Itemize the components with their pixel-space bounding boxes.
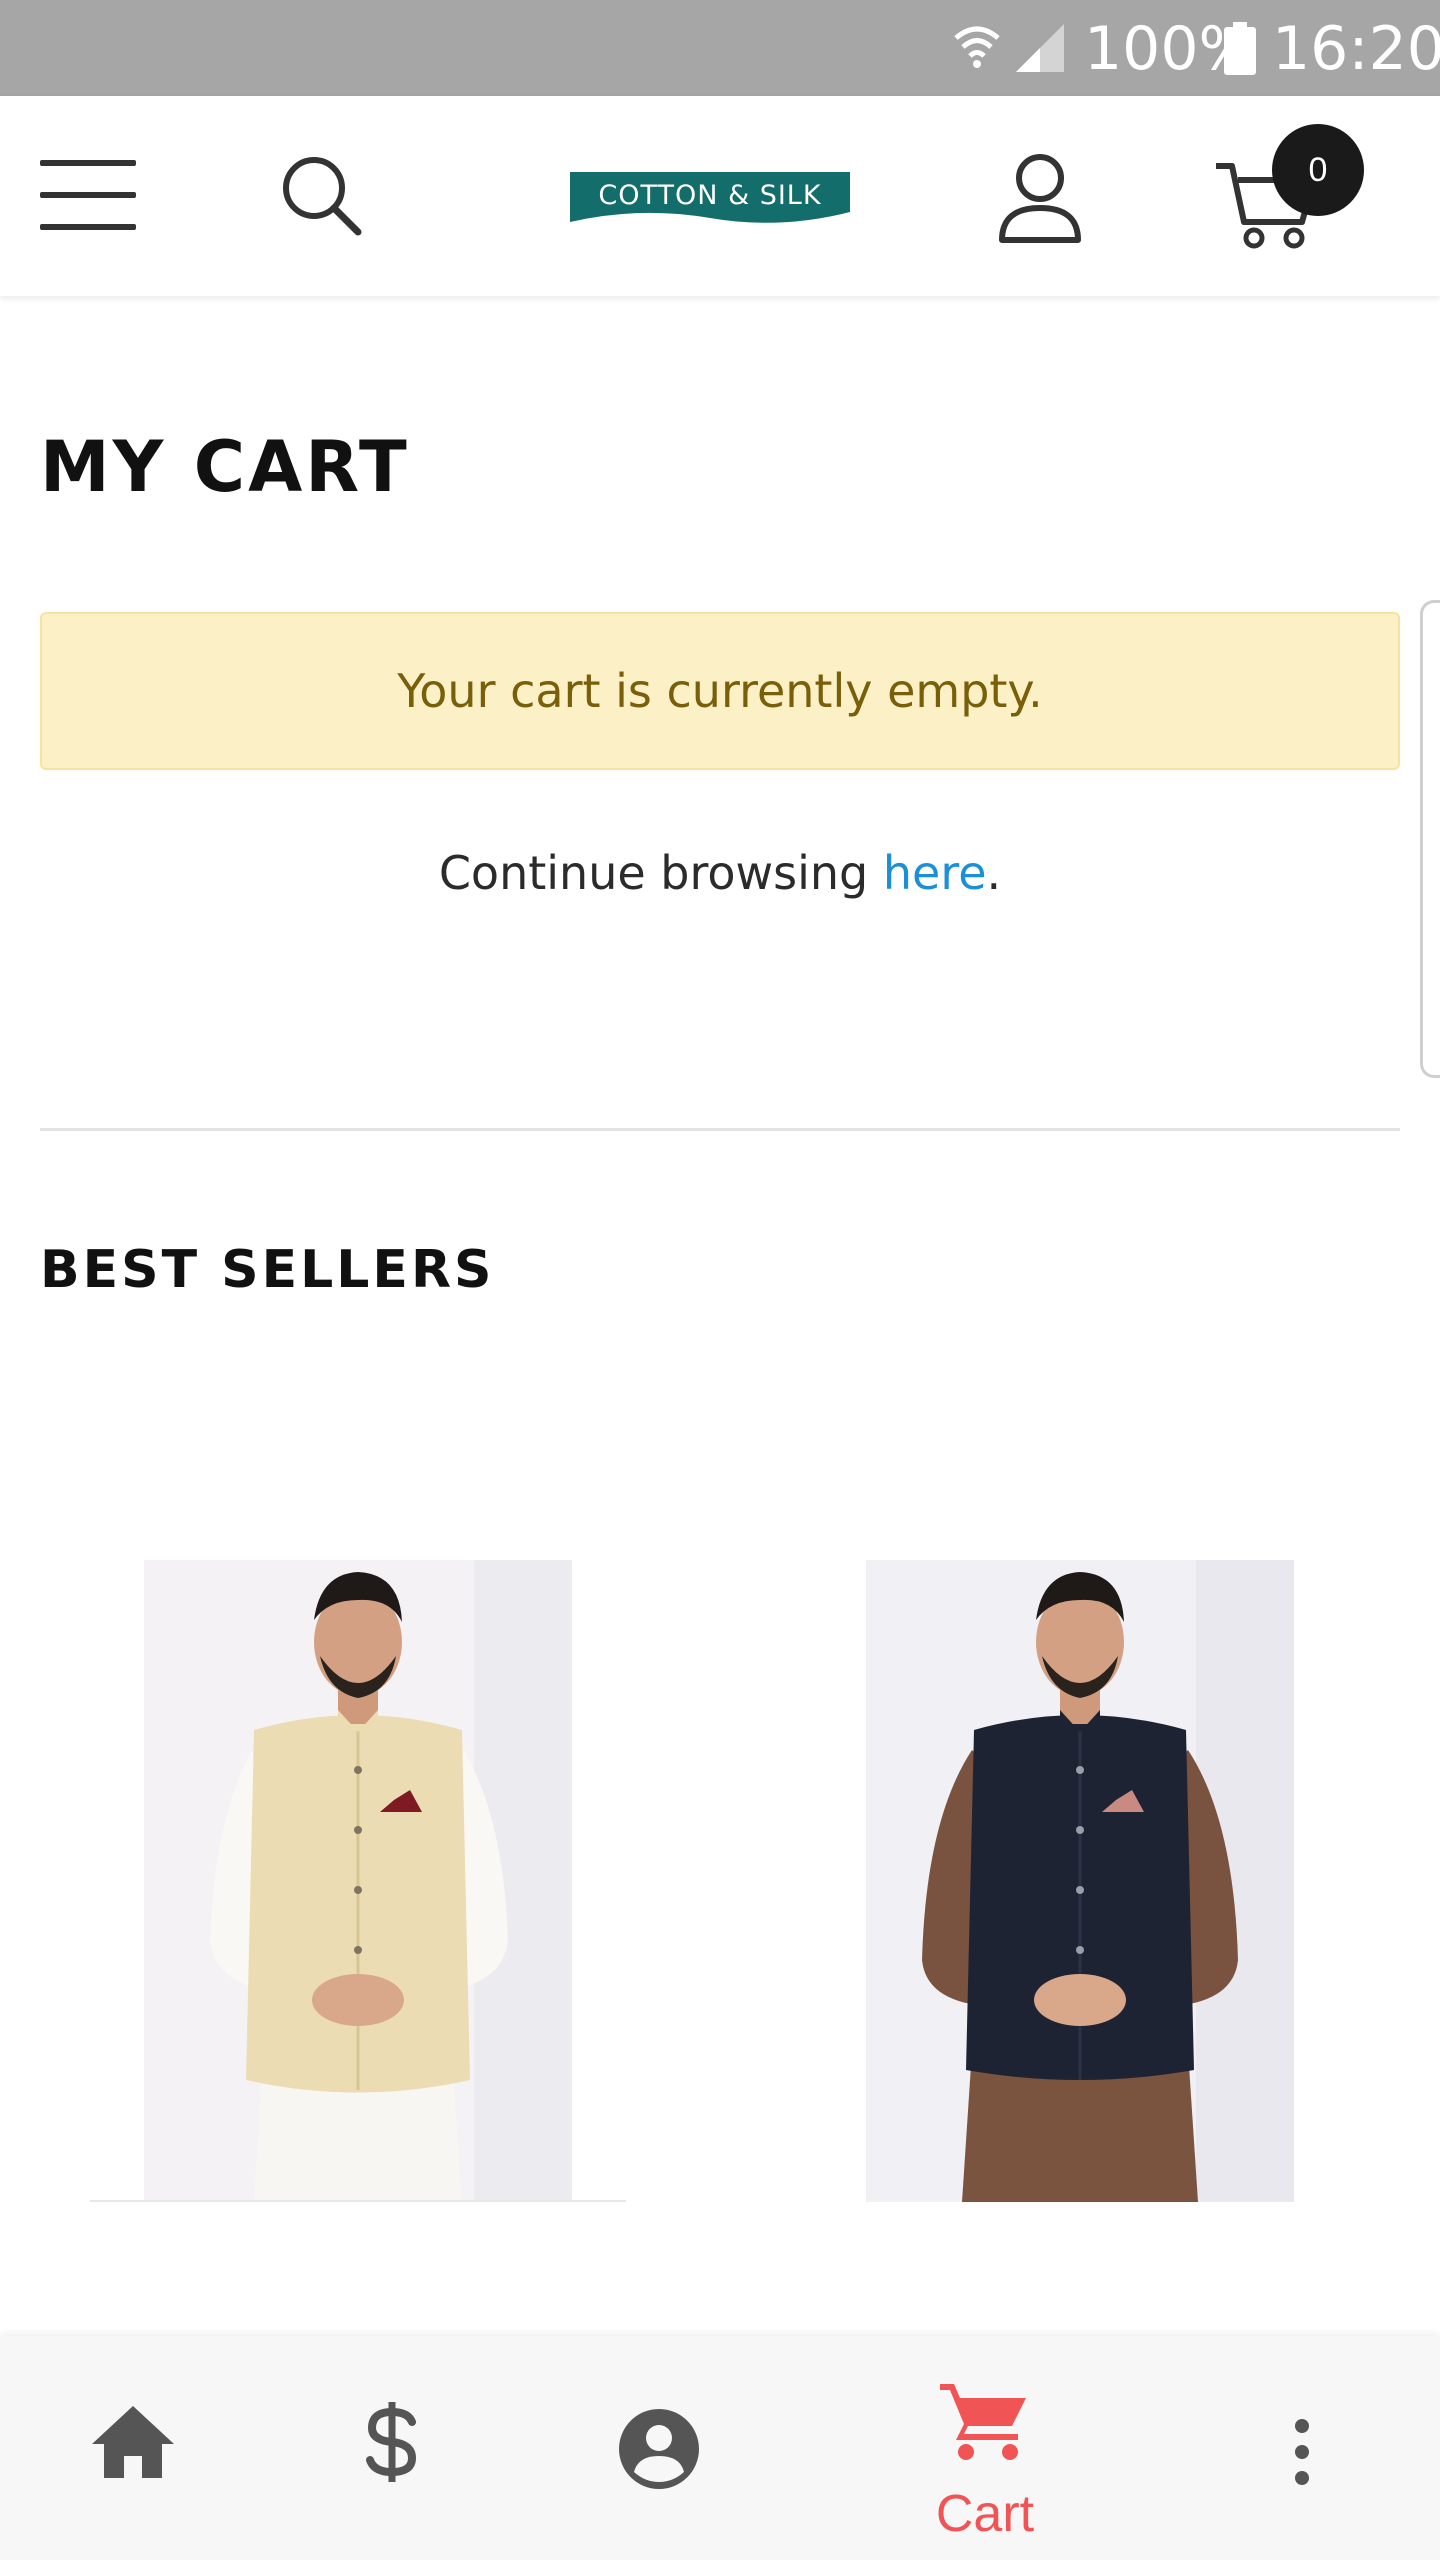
brand-name: COTTON & SILK	[598, 180, 822, 211]
product-card-cream-waistcoat[interactable]	[144, 1560, 572, 2202]
home-icon	[92, 2406, 174, 2478]
divider	[40, 1128, 1400, 1131]
product-card-navy-waistcoat[interactable]	[866, 1560, 1294, 2202]
brand-logo[interactable]: COTTON & SILK	[570, 172, 850, 228]
continue-suffix: .	[986, 846, 1002, 900]
cart-icon	[940, 2384, 1026, 2460]
signal-icon	[1016, 24, 1064, 72]
wifi-icon	[954, 26, 1000, 68]
product-image	[866, 1560, 1294, 2202]
dollar-icon	[366, 2402, 417, 2482]
side-drawer-handle[interactable]	[1420, 600, 1440, 1078]
nav-pricing[interactable]	[340, 2336, 450, 2560]
empty-cart-alert: Your cart is currently empty.	[40, 612, 1400, 770]
more-vertical-icon	[1295, 2419, 1309, 2485]
account-icon	[619, 2409, 699, 2489]
continue-browsing-text: Continue browsing here.	[0, 846, 1440, 900]
product-image	[144, 1560, 572, 2202]
search-icon[interactable]	[276, 150, 366, 240]
status-bar: 100% 16:20	[0, 0, 1440, 96]
battery-icon	[1224, 22, 1256, 75]
page-title: MY CART	[40, 426, 410, 508]
best-sellers-title: BEST SELLERS	[40, 1240, 495, 1300]
nav-account[interactable]	[604, 2336, 714, 2560]
menu-icon[interactable]	[40, 158, 136, 230]
nav-cart[interactable]: Cart	[900, 2336, 1070, 2560]
nav-home[interactable]	[80, 2336, 190, 2560]
bottom-nav: Cart	[0, 2336, 1440, 2560]
product-divider	[90, 2200, 626, 2202]
cart-count-badge[interactable]: 0	[1272, 124, 1364, 216]
site-header: COTTON & SILK 0	[0, 96, 1440, 296]
continue-browsing-link[interactable]: here	[883, 846, 987, 900]
user-icon[interactable]	[998, 152, 1082, 244]
continue-prefix: Continue browsing	[438, 846, 883, 900]
nav-cart-label: Cart	[935, 2485, 1035, 2543]
clock: 16:20	[1272, 14, 1440, 84]
nav-more[interactable]	[1260, 2336, 1350, 2560]
